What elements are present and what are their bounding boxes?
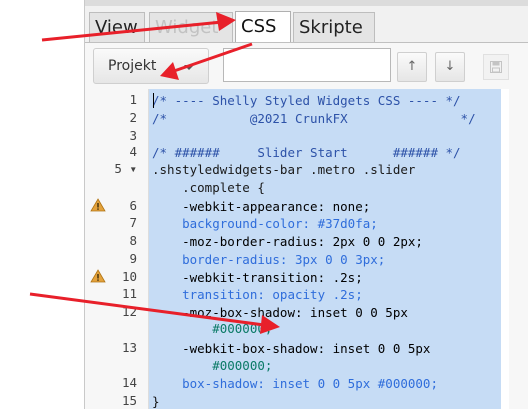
- code-text: -moz-box-shadow: inset 0 0 5px: [152, 305, 408, 320]
- line-number: 15: [121, 393, 137, 408]
- chevron-down-icon: [184, 65, 194, 70]
- line-number: 7: [129, 215, 137, 230]
- code-text: /* @2021 CrunkFX */: [152, 111, 476, 126]
- line-number: 2: [129, 110, 137, 125]
- line-number: 14: [121, 375, 137, 390]
- code-text: transition: opacity .2s;: [152, 287, 363, 302]
- code-text: box-shadow: inset 0 0 5px #000000;: [152, 376, 438, 391]
- move-up-button[interactable]: ↑: [397, 52, 427, 82]
- line-number: 5 ▾: [114, 161, 137, 176]
- line-number: 4: [129, 144, 137, 159]
- code-text: background-color: #37d0fa;: [152, 216, 378, 231]
- code-text: }: [152, 394, 160, 409]
- arrow-down-icon: ↓: [444, 59, 456, 74]
- code-text: -webkit-appearance: none;: [152, 199, 371, 214]
- warning-icon[interactable]: [90, 269, 106, 283]
- css-editor-panel: View Widget CSS Skripte Projekt ↑ ↓ 1 /* …: [84, 0, 528, 409]
- code-text: #000000;: [152, 321, 273, 336]
- project-select[interactable]: Projekt: [93, 48, 209, 84]
- css-name-input[interactable]: [223, 48, 391, 82]
- tab-view[interactable]: View: [89, 12, 145, 42]
- vertical-scrollbar[interactable]: [509, 89, 528, 409]
- line-number: 1: [129, 92, 137, 107]
- code-text: -webkit-transition: .2s;: [152, 270, 363, 285]
- line-number: 11: [121, 286, 137, 301]
- tab-widget[interactable]: Widget: [149, 12, 233, 42]
- tab-css[interactable]: CSS: [235, 11, 291, 43]
- code-text: /* ---- Shelly Styled Widgets CSS ---- *…: [152, 93, 461, 108]
- line-number: 12: [121, 304, 137, 319]
- text-cursor: [153, 93, 154, 108]
- tab-skripte[interactable]: Skripte: [293, 12, 375, 42]
- editor-toolbar: Projekt ↑ ↓: [85, 43, 528, 89]
- panel-header-strip: [85, 0, 528, 6]
- code-editor[interactable]: 1 /* ---- Shelly Styled Widgets CSS ---- …: [85, 89, 528, 409]
- code-text: .shstyledwidgets-bar .metro .slider: [152, 162, 416, 177]
- code-text: -moz-border-radius: 2px 0 0 2px;: [152, 234, 423, 249]
- project-select-label: Projekt: [108, 58, 157, 74]
- arrow-up-icon: ↑: [406, 59, 418, 74]
- save-icon: [490, 61, 502, 73]
- code-text: border-radius: 3px 0 0 3px;: [152, 252, 386, 267]
- line-number: 13: [121, 340, 137, 355]
- line-number: 8: [129, 233, 137, 248]
- warning-icon[interactable]: [90, 198, 106, 212]
- code-text: .complete {: [152, 180, 265, 195]
- code-text: /* ###### Slider Start ###### */: [152, 145, 461, 160]
- move-down-button[interactable]: ↓: [435, 52, 465, 82]
- line-number: 3: [129, 128, 137, 143]
- line-number: 9: [129, 251, 137, 266]
- code-text: -webkit-box-shadow: inset 0 0 5px: [152, 341, 431, 356]
- code-text: #000000;: [152, 358, 273, 373]
- save-button[interactable]: [483, 54, 509, 80]
- background-area: [0, 0, 84, 409]
